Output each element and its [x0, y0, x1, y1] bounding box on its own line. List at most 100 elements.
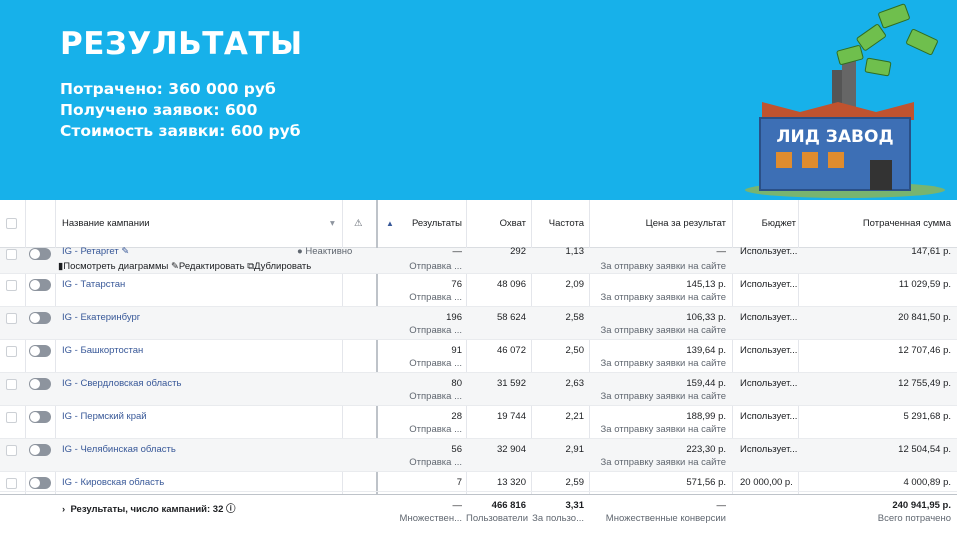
row-actions: ▮Посмотреть диаграммы ✎Редактировать ⧉Ду…	[58, 261, 311, 272]
col-results-header[interactable]: Результаты	[400, 200, 462, 248]
col-spent-header[interactable]: Потраченная сумма	[800, 200, 951, 248]
row-checkbox[interactable]	[6, 478, 17, 489]
reach-value: 58 624	[496, 312, 526, 323]
campaign-toggle[interactable]	[29, 248, 51, 260]
frequency-value: 2,50	[565, 345, 585, 356]
col-cost-header[interactable]: Цена за результат	[594, 200, 726, 248]
campaign-name[interactable]: IG - Челябинская область	[62, 444, 176, 455]
row-checkbox[interactable]	[6, 445, 17, 456]
table-row[interactable]: IG - Пермский край 28 Отправка ... 19 744 2,…	[0, 406, 957, 439]
col-budget-header[interactable]: Бюджет	[736, 200, 796, 248]
results-sub: Отправка ...	[409, 391, 462, 402]
table-row[interactable]: IG - Свердловская область 80 Отправка ... 3…	[0, 373, 957, 406]
sort-up-icon[interactable]: ▲	[386, 200, 394, 248]
table-row[interactable]: IG - Татарстан 76 Отправка ... 48 096 2,09 14…	[0, 274, 957, 307]
table-footer: › Результаты, число кампаний: 32 ⓘ — Мно…	[0, 494, 957, 535]
footer-reach: 466 816	[491, 500, 526, 511]
results-sub: Отправка ...	[409, 292, 462, 303]
stat-cost-label: Стоимость заявки:	[60, 122, 226, 140]
cost-value: 223,30 р.	[686, 444, 726, 455]
page-title: РЕЗУЛЬТАТЫ	[60, 26, 303, 62]
col-frequency-header[interactable]: Частота	[532, 200, 584, 248]
campaign-name-text: IG - Ретаргет	[62, 246, 119, 257]
campaign-name[interactable]: IG - Башкортостан	[62, 345, 143, 356]
pencil-icon: ✎	[170, 261, 179, 272]
campaign-toggle[interactable]	[29, 378, 51, 390]
campaign-toggle[interactable]	[29, 444, 51, 456]
campaign-toggle[interactable]	[29, 477, 51, 489]
cost-value: 159,44 р.	[686, 378, 726, 389]
table-row[interactable]: IG - Кировская область 7 13 320 2,59 571,56 …	[0, 472, 957, 492]
spent-value: 12 504,54 р.	[898, 444, 951, 455]
budget-value: 20 000,00 р.	[740, 477, 793, 488]
select-all-checkbox[interactable]	[6, 218, 17, 229]
reach-value: 48 096	[496, 279, 526, 290]
campaign-toggle[interactable]	[29, 411, 51, 423]
footer-frequency: 3,31	[565, 500, 585, 511]
campaign-name[interactable]: IG - Свердловская область	[62, 378, 181, 389]
frequency-value: 2,21	[565, 411, 585, 422]
stat-leads-value: 600	[225, 101, 258, 119]
budget-value: Использует...	[740, 345, 798, 356]
pencil-icon[interactable]: ✎	[121, 246, 129, 257]
sort-chevron-down-icon[interactable]: ▾	[330, 200, 335, 248]
frequency-value: 2,63	[565, 378, 585, 389]
footer-label: Результаты, число кампаний: 32	[70, 504, 224, 515]
spent-value: 147,61 р.	[911, 246, 951, 257]
row-checkbox[interactable]	[6, 412, 17, 423]
results-value: 80	[451, 378, 462, 389]
stat-spent: Потрачено: 360 000 руб	[60, 80, 276, 98]
campaign-toggle[interactable]	[29, 279, 51, 291]
budget-value: Использует...	[740, 411, 798, 422]
table-row[interactable]: IG - Челябинская область 56 Отправка ... 32…	[0, 439, 957, 472]
cost-sub: За отправку заявки на сайте	[600, 358, 726, 369]
cost-value: —	[716, 246, 727, 257]
chevron-right-icon[interactable]: ›	[62, 504, 65, 515]
row-checkbox[interactable]	[6, 280, 17, 291]
status-badge: ● Неактивно	[297, 246, 353, 257]
cost-value: 106,33 р.	[686, 312, 726, 323]
status-text: Неактивно	[305, 246, 353, 257]
table-row[interactable]: IG - Ретаргет ✎ ● Неактивно ▮Посмотреть …	[0, 246, 957, 274]
results-value: 56	[451, 444, 462, 455]
col-reach-header[interactable]: Охват	[470, 200, 526, 248]
row-checkbox[interactable]	[6, 379, 17, 390]
footer-results-sub: Множествен...	[399, 513, 462, 524]
spent-value: 12 707,46 р.	[898, 345, 951, 356]
campaign-name[interactable]: IG - Татарстан	[62, 279, 125, 290]
row-checkbox[interactable]	[6, 346, 17, 357]
campaign-toggle[interactable]	[29, 345, 51, 357]
campaign-name[interactable]: IG - Ретаргет ✎	[62, 246, 129, 257]
results-sub: Отправка ...	[409, 424, 462, 435]
col-name-header[interactable]: Название кампании	[62, 200, 150, 248]
hero-banner: РЕЗУЛЬТАТЫ Потрачено: 360 000 руб Получе…	[0, 0, 957, 200]
campaign-name[interactable]: IG - Кировская область	[62, 477, 164, 488]
footer-cost: —	[716, 500, 727, 511]
campaign-name[interactable]: IG - Пермский край	[62, 411, 147, 422]
spent-value: 5 291,68 р.	[903, 411, 951, 422]
view-charts-link[interactable]: Посмотреть диаграммы	[63, 261, 168, 272]
spent-value: 12 755,49 р.	[898, 378, 951, 389]
table-row[interactable]: IG - Екатеринбург 196 Отправка ... 58 624 2,…	[0, 307, 957, 340]
campaign-toggle[interactable]	[29, 312, 51, 324]
row-checkbox[interactable]	[6, 249, 17, 260]
footer-results: —	[452, 500, 463, 511]
campaigns-table: Название кампании ▾ ⚠ ▲ Результаты Охват…	[0, 200, 957, 535]
results-sub: Отправка ...	[409, 358, 462, 369]
frequency-value: 2,09	[565, 279, 585, 290]
results-value: 196	[446, 312, 462, 323]
table-row[interactable]: IG - Башкортостан 91 Отправка ... 46 072 2,5…	[0, 340, 957, 373]
results-value: 91	[451, 345, 462, 356]
logo-text: ЛИД ЗАВОД	[776, 127, 893, 147]
duplicate-link[interactable]: Дублировать	[254, 261, 311, 272]
edit-link[interactable]: Редактировать	[179, 261, 245, 272]
spent-value: 4 000,89 р.	[903, 477, 951, 488]
campaign-name[interactable]: IG - Екатеринбург	[62, 312, 140, 323]
footer-summary[interactable]: › Результаты, число кампаний: 32 ⓘ	[62, 501, 236, 515]
info-icon[interactable]: ⓘ	[226, 504, 236, 515]
budget-value: Использует...	[740, 444, 798, 455]
row-checkbox[interactable]	[6, 313, 17, 324]
results-sub: Отправка ...	[409, 457, 462, 468]
spent-value: 11 029,59 р.	[898, 279, 951, 290]
budget-value: Использует...	[740, 312, 798, 323]
